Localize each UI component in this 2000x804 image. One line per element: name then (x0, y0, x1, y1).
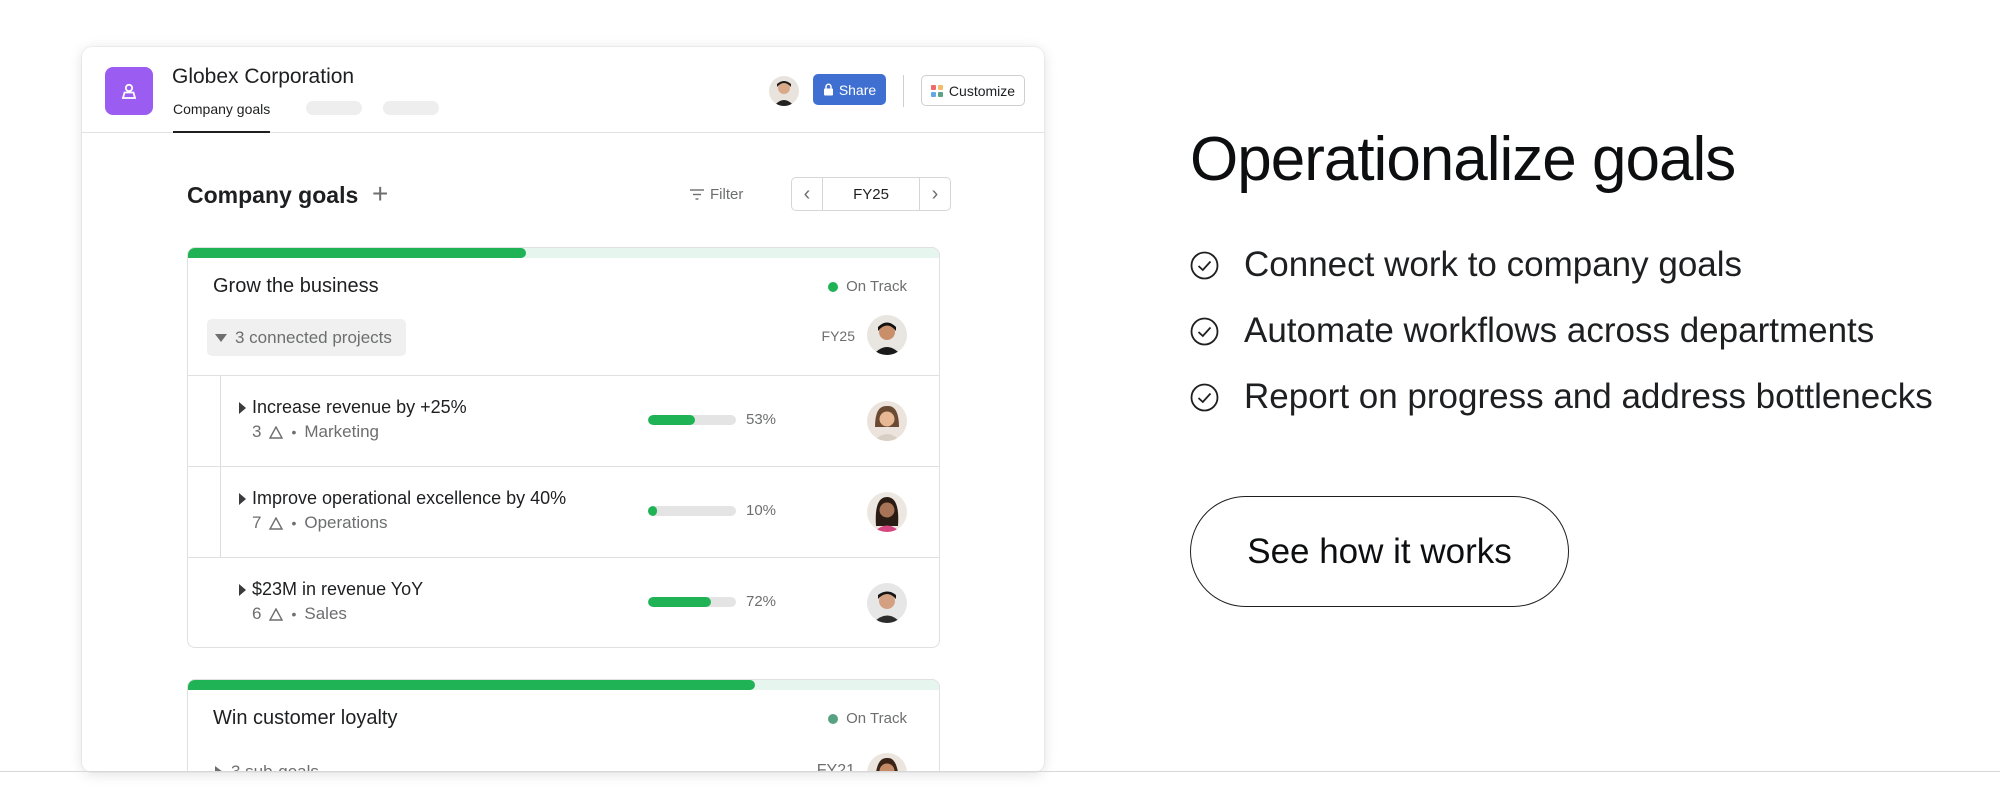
subgoals-toggle[interactable]: 3 sub-goals (207, 753, 333, 772)
lock-icon (823, 83, 833, 96)
check-circle-icon (1190, 317, 1219, 345)
milestone-count: 7 (252, 513, 262, 532)
share-button[interactable]: Share (813, 74, 886, 105)
subgoal-title[interactable]: Increase revenue by +25% (252, 397, 467, 418)
period-label[interactable]: FY25 (822, 178, 920, 210)
status-label: On Track (846, 278, 907, 295)
avatar[interactable] (867, 583, 907, 623)
filter-icon (690, 189, 704, 200)
milestone-icon (269, 425, 284, 439)
headline: Operationalize goals (1190, 125, 1736, 194)
goal-progress-bar (188, 248, 939, 258)
goal-card[interactable]: Grow the business On Track 3 connected p… (187, 247, 940, 648)
org-name: Globex Corporation (172, 65, 355, 88)
team-label: Marketing (304, 422, 380, 441)
avatar[interactable] (867, 401, 907, 441)
team-label: Sales (304, 604, 347, 623)
subgoal-meta: 6 • Sales (252, 604, 347, 624)
org-logo-icon[interactable] (105, 67, 153, 115)
avatar[interactable] (867, 492, 907, 532)
subgoal-meta: 3 • Marketing (252, 422, 379, 442)
status-dot (828, 281, 839, 292)
customize-label: Customize (948, 82, 1016, 99)
customize-button[interactable]: Customize (921, 75, 1025, 106)
goal-progress-bar (188, 680, 939, 690)
chevron-left-icon[interactable]: ‹ (792, 178, 822, 210)
feature-item: Automate workflows across departments (1190, 311, 1874, 351)
status-badge: On Track (828, 710, 907, 727)
subgoal-progress-bar (648, 506, 736, 516)
section-title: Company goals (187, 182, 359, 208)
subgoal-title[interactable]: Improve operational excellence by 40% (252, 488, 566, 509)
check-circle-icon (1190, 383, 1219, 411)
status-badge: On Track (828, 278, 907, 295)
avatar[interactable] (769, 76, 799, 106)
grid-icon (930, 84, 943, 97)
goal-progress-fill (188, 680, 755, 690)
milestone-count: 3 (252, 422, 262, 441)
goal-progress-fill (188, 248, 526, 258)
tab-placeholder[interactable] (383, 101, 439, 115)
goal-period: FY25 (821, 328, 855, 344)
subgoal-meta: 7 • Operations (252, 513, 388, 533)
status-dot (828, 713, 839, 724)
tab-placeholder[interactable] (306, 101, 362, 115)
avatar[interactable] (867, 315, 907, 355)
divider (903, 75, 904, 107)
feature-item: Report on progress and address bottlenec… (1190, 377, 1933, 417)
goal-card[interactable]: Win customer loyalty On Track 3 sub-goal… (187, 679, 940, 772)
feature-label: Connect work to company goals (1244, 245, 1743, 284)
milestone-icon (269, 607, 284, 621)
subgoal-row[interactable]: $23M in revenue YoY 6 • Sales 72% (188, 557, 939, 647)
goal-title[interactable]: Win customer loyalty (213, 707, 398, 730)
caret-down-icon (215, 333, 227, 342)
milestone-count: 6 (252, 604, 262, 623)
team-label: Operations (304, 513, 388, 532)
bullet: • (291, 515, 297, 531)
subgoal-progress-fill (648, 506, 657, 516)
subgoal-title[interactable]: $23M in revenue YoY (252, 579, 423, 600)
subgoal-percent: 53% (746, 411, 777, 428)
feature-item: Connect work to company goals (1190, 245, 1742, 285)
bullet: • (291, 606, 297, 622)
subgoal-progress-fill (648, 415, 695, 425)
see-how-it-works-button[interactable]: See how it works (1190, 496, 1569, 607)
connected-projects-toggle[interactable]: 3 connected projects (207, 319, 406, 356)
divider (0, 771, 2000, 772)
feature-label: Automate workflows across departments (1244, 311, 1875, 350)
milestone-icon (269, 516, 284, 530)
chevron-right-icon[interactable]: › (920, 178, 950, 210)
subgoal-row[interactable]: Increase revenue by +25% 3 • Marketing 5… (188, 375, 939, 466)
share-label: Share (838, 81, 877, 98)
feature-label: Report on progress and address bottlenec… (1244, 377, 1933, 416)
subgoal-row[interactable]: Improve operational excellence by 40% 7 … (188, 466, 939, 557)
subgoal-progress-fill (648, 597, 712, 607)
tab-company-goals[interactable]: Company goals (173, 101, 271, 133)
connected-projects-label: 3 connected projects (235, 327, 392, 347)
avatar[interactable] (867, 753, 907, 772)
goals-app-window: Globex Corporation Company goals Share C… (82, 47, 1044, 772)
goal-title[interactable]: Grow the business (213, 275, 379, 298)
caret-right-icon[interactable] (239, 584, 246, 596)
subgoal-progress-bar (648, 597, 736, 607)
caret-right-icon[interactable] (239, 402, 246, 414)
status-label: On Track (846, 710, 907, 727)
subgoal-percent: 10% (746, 502, 777, 519)
check-circle-icon (1190, 251, 1219, 279)
subgoal-progress-bar (648, 415, 736, 425)
caret-right-icon[interactable] (239, 493, 246, 505)
period-navigator: ‹ FY25 › (791, 177, 951, 211)
filter-button[interactable]: Filter (690, 186, 743, 203)
bullet: • (291, 424, 297, 440)
app-header: Globex Corporation Company goals Share C… (82, 47, 1044, 133)
plus-icon[interactable]: + (372, 180, 388, 208)
filter-label: Filter (710, 186, 744, 203)
subgoal-percent: 72% (746, 593, 777, 610)
